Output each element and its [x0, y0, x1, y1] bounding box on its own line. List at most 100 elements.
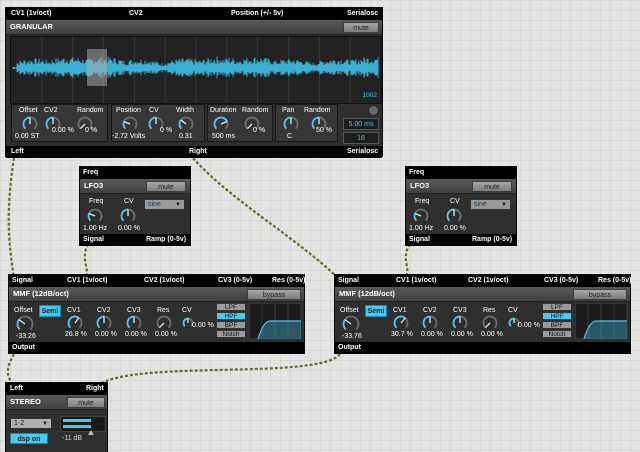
- offset-label: Offset: [340, 307, 359, 314]
- cv-value: 0.00 %: [518, 322, 540, 329]
- outlet-output[interactable]: Output: [12, 342, 35, 354]
- inlet-freq[interactable]: Freq: [83, 167, 98, 179]
- res-label: Res: [483, 307, 496, 314]
- cable-lfo1-to-mmf1-cv1: [83, 243, 90, 279]
- lfo-module-right: Freq LFO3 mute Freq CV 1.00 Hz 0.00 % si…: [405, 166, 517, 246]
- inlet-right[interactable]: Right: [86, 383, 104, 395]
- waveform-select[interactable]: sine ▼: [470, 199, 511, 210]
- outlet-right[interactable]: Right: [189, 146, 207, 158]
- cv2-knob[interactable]: [96, 315, 112, 331]
- bpf-button[interactable]: BPF: [216, 321, 246, 329]
- bypass-button[interactable]: bypass: [573, 289, 627, 300]
- inlet-cv1[interactable]: CV1 (1v/oct): [396, 275, 436, 287]
- outlet-ramp[interactable]: Ramp (0-5v): [146, 234, 186, 246]
- lpf-button[interactable]: LPF: [542, 303, 572, 311]
- cv3-label: CV3: [453, 307, 467, 314]
- inlet-cv1[interactable]: CV1 (1v/oct): [11, 8, 51, 20]
- inlet-res[interactable]: Res (0-5v): [272, 275, 305, 287]
- waveform-display[interactable]: 1002: [10, 36, 382, 104]
- volume-slider-handle[interactable]: [88, 430, 94, 435]
- offset-knob[interactable]: [16, 315, 34, 333]
- dsp-toggle-button[interactable]: dsp on: [10, 433, 48, 444]
- cv1-knob[interactable]: [67, 315, 83, 331]
- semi-button[interactable]: Semi: [39, 305, 61, 317]
- inlet-cv2[interactable]: CV2 (1v/oct): [468, 275, 508, 287]
- waveform-select[interactable]: sine ▼: [144, 199, 185, 210]
- freq-value: 1.00 Hz: [409, 225, 434, 232]
- rate-box[interactable]: 5.00 ms: [343, 118, 379, 130]
- cv-label: CV: [450, 198, 460, 205]
- random-value: 50 %: [316, 127, 332, 134]
- inlet-cv3[interactable]: CV3 (0-5v): [544, 275, 578, 287]
- inlet-res[interactable]: Res (0-5v): [598, 275, 631, 287]
- outlet-serialosc[interactable]: Serialosc: [347, 146, 378, 158]
- res-knob[interactable]: [156, 315, 172, 331]
- grain-window[interactable]: [87, 49, 107, 86]
- cv3-knob[interactable]: [452, 315, 468, 331]
- cv-knob[interactable]: [446, 208, 462, 224]
- hpf-button[interactable]: HPF: [216, 312, 246, 320]
- outlet-output[interactable]: Output: [338, 342, 361, 354]
- cv2-label: CV2: [423, 307, 437, 314]
- cv1-label: CV1: [67, 307, 81, 314]
- cv-label: CV: [149, 107, 159, 114]
- position-knob[interactable]: [122, 116, 138, 132]
- inlet-serialosc[interactable]: Serialosc: [347, 8, 378, 20]
- lpf-button[interactable]: LPF: [216, 303, 246, 311]
- inlet-position[interactable]: Position (+/- 5v): [231, 8, 283, 20]
- random-label: Random: [304, 107, 331, 114]
- res-knob[interactable]: [482, 315, 498, 331]
- outlet-ramp[interactable]: Ramp (0-5v): [472, 234, 512, 246]
- pan-value: C: [287, 133, 293, 140]
- bypass-button[interactable]: bypass: [247, 289, 301, 300]
- cv1-label: CV1: [393, 307, 407, 314]
- mute-button[interactable]: mute: [67, 397, 105, 408]
- semi-button[interactable]: Semi: [365, 305, 387, 317]
- cv2-value: 0.00 %: [95, 331, 117, 338]
- inlet-cv2[interactable]: CV2: [129, 8, 143, 20]
- width-knob[interactable]: [178, 116, 194, 132]
- waveform-selected: sine: [474, 201, 487, 208]
- freq-knob[interactable]: [413, 208, 429, 224]
- filter-response-display: [575, 303, 627, 339]
- bpf-button[interactable]: BPF: [542, 321, 572, 329]
- duration-knob[interactable]: [213, 116, 229, 132]
- granular-inlets: CV1 (1v/oct) CV2 Position (+/- 5v) Seria…: [6, 8, 382, 20]
- inlet-left[interactable]: Left: [10, 383, 23, 395]
- cv-value: 0 %: [160, 127, 173, 134]
- mmf-inlets: Signal CV1 (1v/oct) CV2 (1v/oct) CV3 (0-…: [9, 275, 305, 287]
- mute-button[interactable]: mute: [146, 181, 186, 192]
- module-title: STEREO: [10, 397, 41, 406]
- freq-knob[interactable]: [87, 208, 103, 224]
- pan-knob[interactable]: [283, 116, 299, 132]
- inlet-freq[interactable]: Freq: [409, 167, 424, 179]
- offset-knob[interactable]: [22, 116, 38, 132]
- mute-button[interactable]: mute: [343, 22, 379, 33]
- mute-button[interactable]: mute: [472, 181, 512, 192]
- count-box[interactable]: 16: [343, 132, 379, 144]
- duration-label: Duration: [210, 107, 237, 114]
- channel-select[interactable]: 1-2 ▼: [10, 418, 52, 429]
- inlet-cv1[interactable]: CV1 (1v/oct): [67, 275, 107, 287]
- outlet-signal[interactable]: Signal: [409, 234, 430, 246]
- outlet-signal[interactable]: Signal: [83, 234, 104, 246]
- notch-button[interactable]: Notch: [216, 330, 246, 338]
- cv1-knob[interactable]: [393, 315, 409, 331]
- cv2-knob[interactable]: [422, 315, 438, 331]
- inlet-cv2[interactable]: CV2 (1v/oct): [144, 275, 184, 287]
- cv-label: CV: [508, 307, 518, 314]
- duration-value: 500 ms: [212, 133, 235, 140]
- offset-value: -33.76: [342, 333, 362, 340]
- outlet-left[interactable]: Left: [11, 146, 24, 158]
- cable-granular-left-to-mmf-signal: [7, 157, 16, 279]
- cv-knob[interactable]: [120, 208, 136, 224]
- chevron-down-icon: ▼: [501, 202, 507, 208]
- inlet-signal[interactable]: Signal: [338, 275, 359, 287]
- inlet-signal[interactable]: Signal: [12, 275, 33, 287]
- hpf-button[interactable]: HPF: [542, 312, 572, 320]
- cv3-knob[interactable]: [126, 315, 142, 331]
- offset-value: 0.00 ST: [15, 133, 40, 140]
- inlet-cv3[interactable]: CV3 (0-5v): [218, 275, 252, 287]
- offset-knob[interactable]: [342, 315, 360, 333]
- notch-button[interactable]: Notch: [542, 330, 572, 338]
